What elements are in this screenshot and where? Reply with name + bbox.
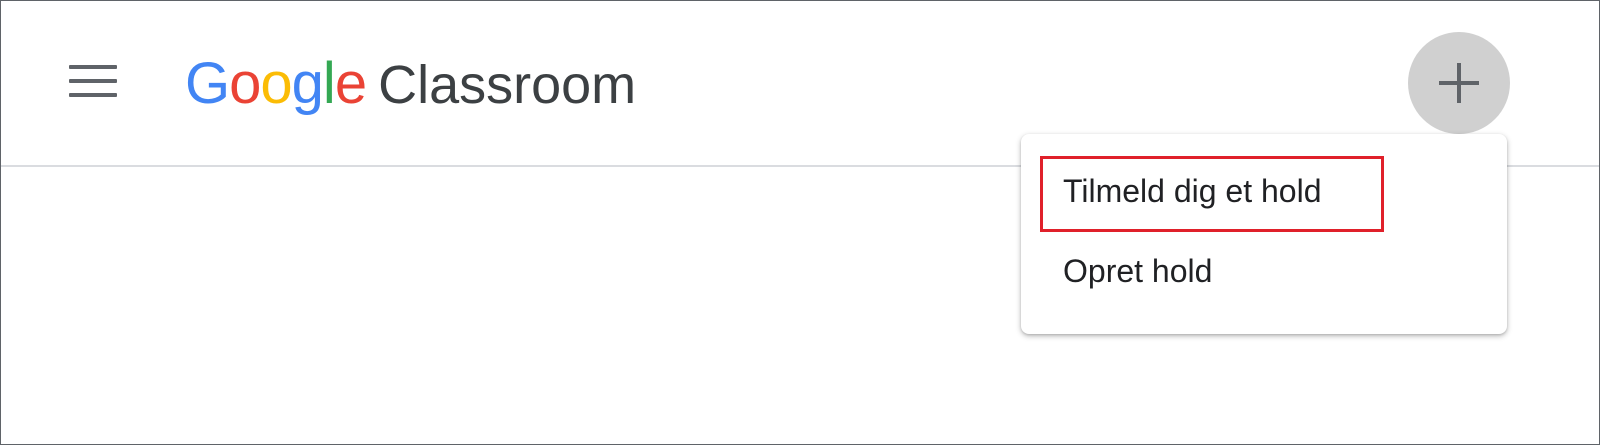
hamburger-line [69,93,117,97]
menu-item-label: Opret hold [1063,253,1213,289]
hamburger-line [69,79,117,83]
app-brand[interactable]: Google Classroom [185,49,636,119]
product-name: Classroom [378,55,637,115]
logo-letter: o [229,51,261,116]
hamburger-menu-icon[interactable] [69,65,117,99]
google-logo: Google [185,49,367,119]
add-class-button[interactable] [1408,32,1510,134]
hamburger-line [69,65,117,69]
logo-letter: l [322,51,336,116]
menu-item-label: Tilmeld dig et hold [1063,173,1322,209]
menu-item-join-class[interactable]: Tilmeld dig et hold [1021,157,1507,229]
logo-letter: o [260,51,292,116]
logo-letter: e [334,51,367,116]
menu-item-create-class[interactable]: Opret hold [1021,237,1507,309]
logo-letter: g [291,51,324,116]
add-class-menu: Tilmeld dig et hold Opret hold [1021,134,1507,334]
app-window: Google Classroom Tilmeld dig et hold Opr… [0,0,1600,445]
logo-letter: G [185,51,230,116]
plus-icon-vertical [1457,63,1461,103]
